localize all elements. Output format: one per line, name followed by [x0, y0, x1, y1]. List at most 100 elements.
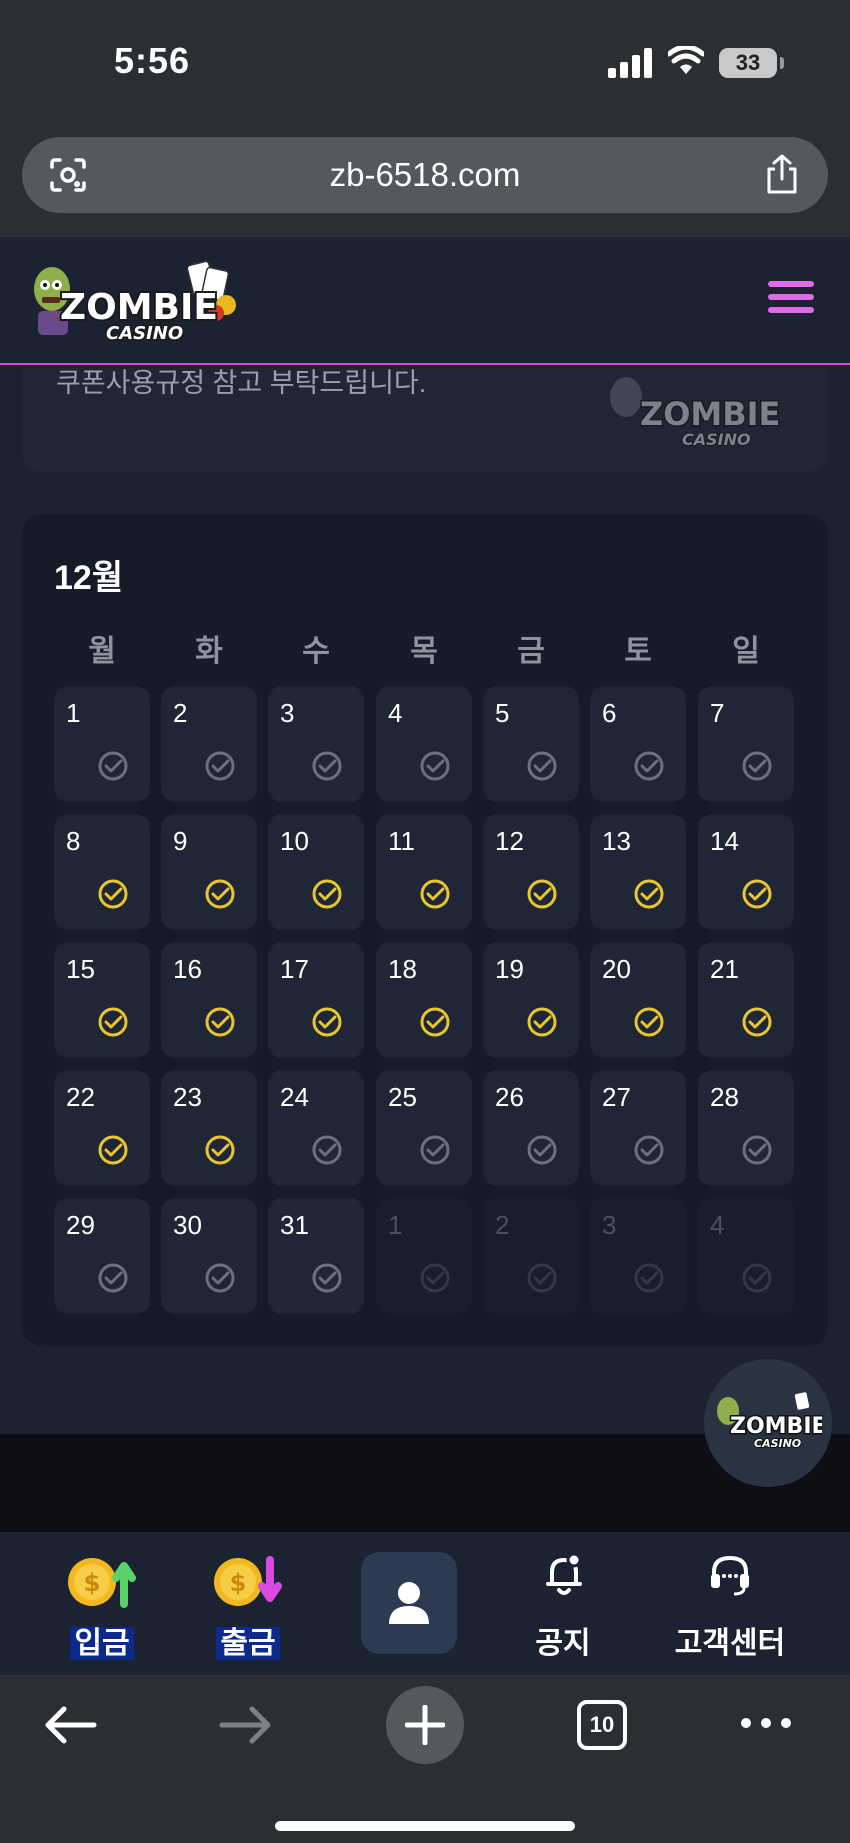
check-icon [742, 751, 772, 781]
notice-card: 쿠폰사용규정 참고 부탁드립니다. ZOMBIE CASINO [22, 367, 828, 471]
check-icon [205, 1263, 235, 1293]
check-icon [742, 1007, 772, 1037]
weekday-label: 화 [195, 635, 223, 668]
calendar-day: 13 [590, 814, 686, 930]
check-icon [634, 1135, 664, 1165]
calendar-month: 12월 [54, 559, 124, 597]
calendar-day-number: 6 [602, 698, 617, 728]
svg-text:$: $ [84, 1569, 101, 1597]
calendar-day: 20 [590, 942, 686, 1058]
check-icon [205, 1135, 235, 1165]
check-icon [420, 751, 450, 781]
calendar-day-number: 30 [173, 1210, 202, 1240]
calendar-day: 19 [483, 942, 579, 1058]
calendar-day: 31 [268, 1198, 364, 1314]
nav-support[interactable]: 고객센터 [655, 1532, 805, 1675]
wifi-icon [668, 46, 704, 74]
calendar-day-number: 2 [173, 698, 188, 728]
new-tab-button[interactable] [386, 1686, 464, 1764]
check-icon [98, 879, 128, 909]
calendar-day-number: 14 [710, 826, 739, 856]
check-icon [420, 1007, 450, 1037]
more-icon[interactable] [740, 1717, 792, 1729]
check-icon [312, 1007, 342, 1037]
tabs-button[interactable]: 10 [577, 1700, 627, 1750]
nav-deposit[interactable]: $ 입금 [52, 1532, 152, 1675]
check-icon [312, 751, 342, 781]
calendar-day-number: 21 [710, 954, 739, 984]
calendar-day: 26 [483, 1070, 579, 1186]
user-icon [389, 1582, 429, 1624]
headset-icon [711, 1555, 749, 1596]
calendar-day-number: 29 [66, 1210, 95, 1240]
calendar-day-number: 15 [66, 954, 95, 984]
calendar-day: 25 [376, 1070, 472, 1186]
calendar-day-number: 1 [66, 698, 81, 728]
floating-logo-button[interactable]: ZOMBIE CASINO [704, 1359, 832, 1487]
coin-down-icon: $ [214, 1556, 282, 1606]
check-icon [634, 879, 664, 909]
calendar-day-number: 4 [388, 698, 403, 728]
check-icon [312, 1263, 342, 1293]
calendar-day: 30 [161, 1198, 257, 1314]
svg-text:CASINO: CASINO [754, 1437, 801, 1450]
calendar-day-number: 13 [602, 826, 631, 856]
zombie-casino-small-logo: ZOMBIE CASINO [717, 1392, 822, 1451]
nav-withdraw[interactable]: $ 출금 [198, 1532, 298, 1675]
calendar-day: 28 [698, 1070, 794, 1186]
calendar-day-number: 31 [280, 1210, 309, 1240]
check-icon [742, 1135, 772, 1165]
calendar-day: 8 [54, 814, 150, 930]
notice-text: 쿠폰사용규정 참고 부탁드립니다. [56, 368, 427, 398]
signal-icon [608, 48, 652, 78]
calendar-day: 9 [161, 814, 257, 930]
calendar-day: 17 [268, 942, 364, 1058]
share-icon[interactable] [764, 153, 800, 195]
zombie-casino-logo[interactable]: ZOMBIE CASINO [30, 255, 245, 347]
calendar-day-number: 11 [388, 826, 415, 856]
calendar-day-number: 4 [710, 1210, 725, 1240]
address-bar[interactable]: zb-6518.com [22, 137, 828, 213]
calendar-day-number: 16 [173, 954, 202, 984]
svg-text:ZOMBIE: ZOMBIE [730, 1414, 822, 1439]
forward-icon[interactable] [218, 1703, 274, 1747]
check-icon [527, 1007, 557, 1037]
calendar-day: 2 [483, 1198, 579, 1314]
calendar-day: 18 [376, 942, 472, 1058]
calendar-day: 23 [161, 1070, 257, 1186]
browser-toolbar: 10 [0, 1675, 850, 1843]
tab-count: 10 [589, 1712, 615, 1737]
coin-up-icon: $ [68, 1558, 136, 1608]
check-icon [98, 1007, 128, 1037]
check-icon [742, 1263, 772, 1293]
calendar-day: 11 [376, 814, 472, 930]
profile-button[interactable] [361, 1552, 457, 1654]
check-icon [205, 751, 235, 781]
menu-icon[interactable] [768, 281, 814, 317]
svg-text:ZOMBIE: ZOMBIE [640, 395, 780, 433]
svg-text:ZOMBIE: ZOMBIE [60, 287, 218, 328]
weekday-label: 토 [624, 635, 652, 668]
calendar-day-number: 7 [710, 698, 725, 728]
weekday-label: 월 [88, 635, 116, 668]
calendar-day: 10 [268, 814, 364, 930]
calendar-day-number: 1 [388, 1210, 403, 1240]
calendar-day-number: 24 [280, 1082, 309, 1112]
calendar-day-number: 27 [602, 1082, 631, 1112]
check-icon [98, 1135, 128, 1165]
check-icon [205, 879, 235, 909]
check-icon [420, 1263, 450, 1293]
nav-withdraw-label: 출금 [198, 1618, 298, 1662]
check-icon [312, 1135, 342, 1165]
bell-icon [546, 1552, 582, 1595]
calendar-day: 16 [161, 942, 257, 1058]
calendar-day: 2 [161, 686, 257, 802]
calendar-day: 24 [268, 1070, 364, 1186]
check-icon [527, 879, 557, 909]
calendar-day-number: 22 [66, 1082, 95, 1112]
back-icon[interactable] [42, 1703, 98, 1747]
nav-notice[interactable]: 공지 [518, 1532, 608, 1675]
home-indicator [275, 1821, 575, 1831]
check-icon [742, 879, 772, 909]
calendar-day-number: 3 [602, 1210, 617, 1240]
